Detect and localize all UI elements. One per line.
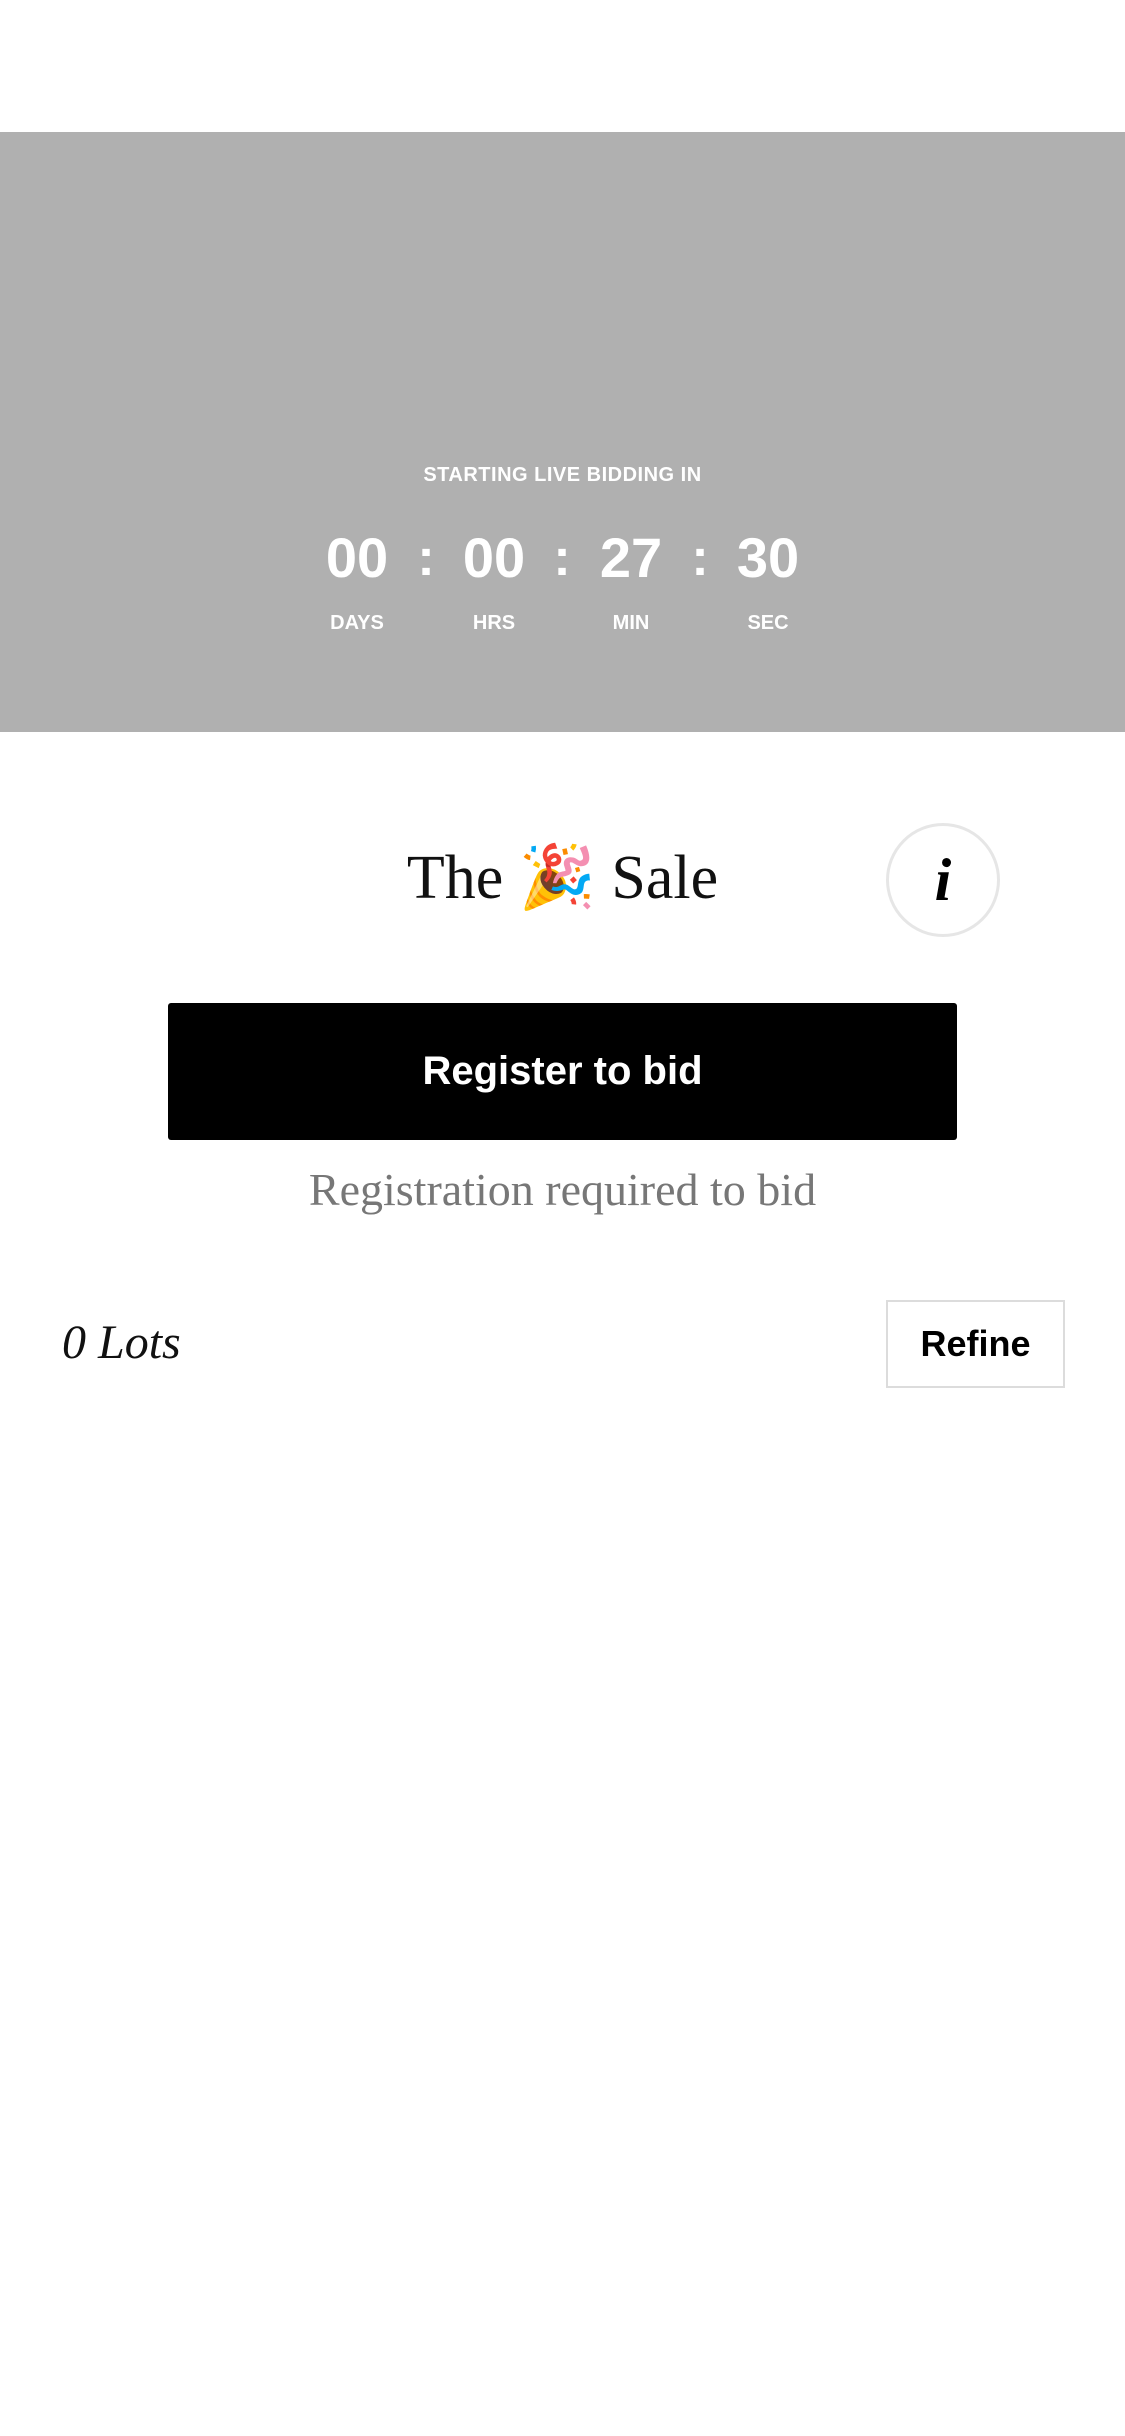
countdown-timer: 00 : 00 : 27 : 30 DAYS HRS MIN SEC [0, 520, 1125, 650]
countdown-seconds-value: 30 [736, 526, 800, 589]
sale-info-button[interactable]: i [886, 823, 1000, 937]
countdown-days-value: 00 [325, 526, 389, 589]
refine-button[interactable]: Refine [886, 1300, 1065, 1388]
countdown-hours-label: HRS [472, 612, 516, 634]
registration-note: Registration required to bid [308, 1164, 817, 1215]
countdown-seconds-label: SEC [747, 612, 789, 634]
countdown-days-label: DAYS [330, 612, 384, 634]
register-to-bid-button[interactable]: Register to bid [168, 1003, 957, 1140]
info-icon: i [934, 847, 952, 913]
countdown-minutes-value: 27 [599, 526, 663, 589]
countdown-hours-value: 00 [462, 526, 526, 589]
countdown-minutes-label: MIN [612, 612, 650, 634]
countdown-heading: STARTING LIVE BIDDING IN [423, 464, 702, 486]
lots-count: 0 Lots [62, 1316, 181, 1369]
